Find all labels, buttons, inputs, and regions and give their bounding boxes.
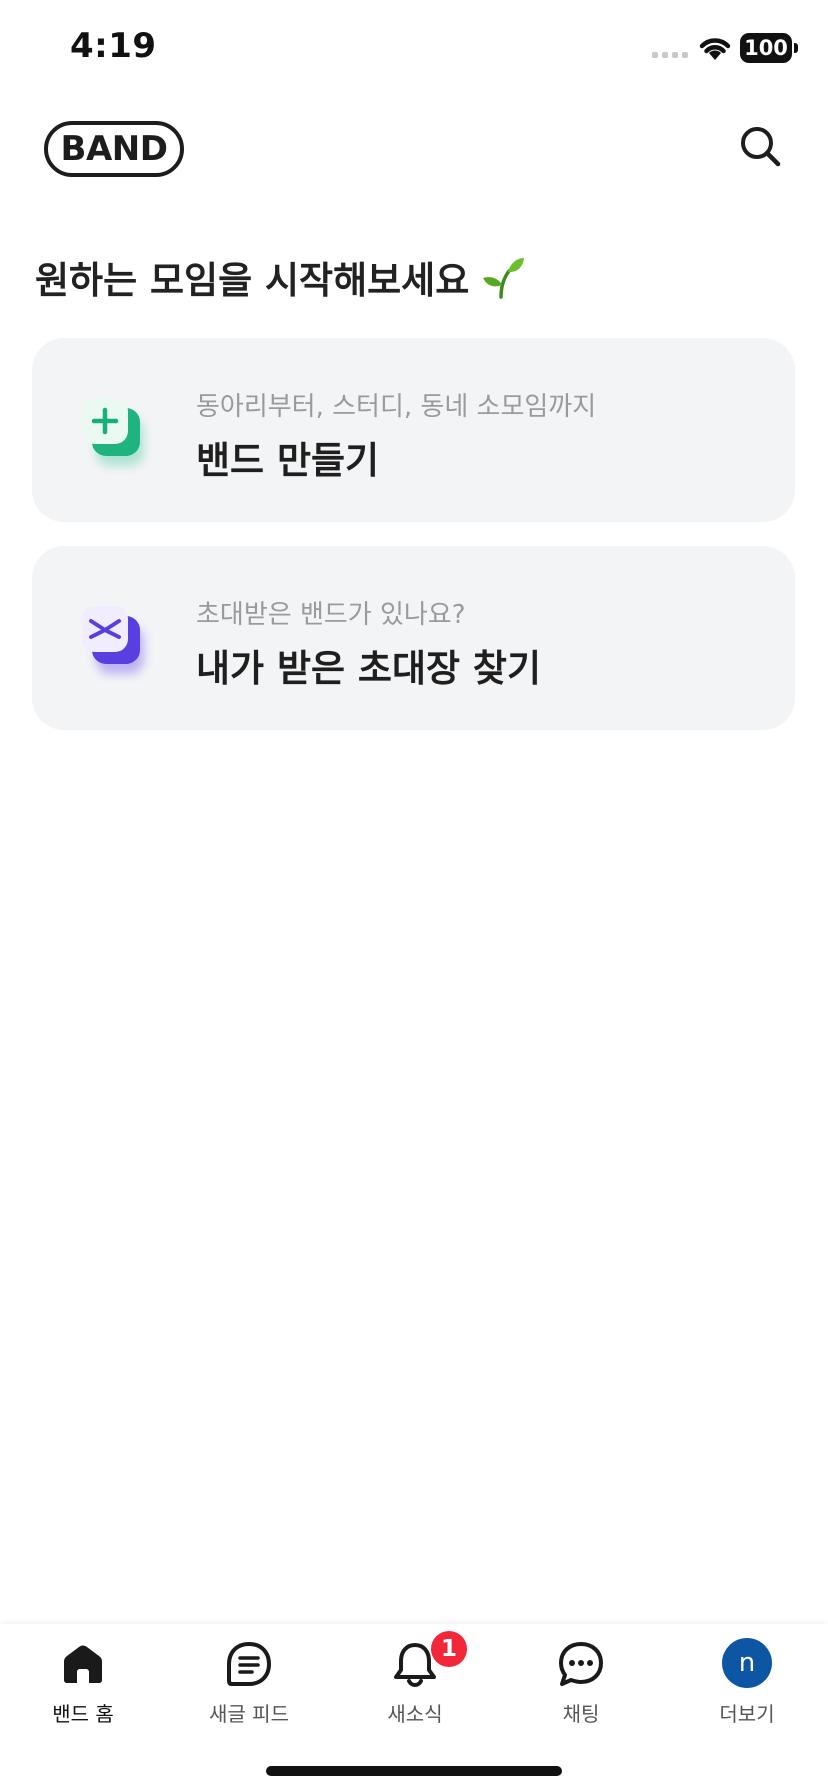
home-icon [64, 1645, 102, 1683]
battery-indicator: 100 [740, 33, 792, 63]
battery-nub [794, 43, 798, 53]
search-icon[interactable] [736, 122, 784, 170]
page-headline: 원하는 모임을 시작해보세요 [35, 250, 525, 304]
tab-label: 밴드 홈 [52, 1702, 114, 1726]
tab-chat[interactable]: 채팅 [498, 1624, 664, 1734]
notification-badge: 1 [431, 1631, 467, 1667]
find-invitation-title: 내가 받은 초대장 찾기 [196, 647, 542, 690]
create-band-icon [82, 398, 144, 466]
home-indicator [266, 1766, 562, 1776]
tab-notifications[interactable]: 1 새소식 [332, 1624, 498, 1734]
create-band-title: 밴드 만들기 [196, 439, 380, 482]
status-time: 4:19 [70, 26, 157, 66]
create-band-card[interactable]: 동아리부터, 스터디, 동네 소모임까지 밴드 만들기 [32, 338, 795, 522]
tab-label: 새소식 [387, 1702, 443, 1726]
band-logo[interactable]: BAND [44, 121, 184, 177]
sprout-icon [483, 258, 525, 299]
avatar: n [722, 1638, 772, 1688]
tab-more[interactable]: n 더보기 [664, 1624, 828, 1734]
invitation-icon [82, 606, 144, 674]
find-invitation-card[interactable]: 초대받은 밴드가 있나요? 내가 받은 초대장 찾기 [32, 546, 795, 730]
wifi-icon [699, 38, 731, 60]
feed-icon [227, 1642, 271, 1686]
chat-icon [559, 1642, 603, 1686]
tab-label: 채팅 [562, 1702, 600, 1726]
tab-new-feed[interactable]: 새글 피드 [166, 1624, 332, 1734]
headline-text: 원하는 모임을 시작해보세요 [35, 259, 470, 302]
find-invitation-subtitle: 초대받은 밴드가 있나요? [196, 600, 466, 630]
status-bar: 4:19 100 [0, 0, 828, 100]
create-band-subtitle: 동아리부터, 스터디, 동네 소모임까지 [196, 392, 597, 422]
tab-label: 새글 피드 [209, 1702, 289, 1726]
band-home-screen: 4:19 100 BAND 원하는 모임을 시작해보세요 동아리부터, 스터디,… [0, 0, 828, 1792]
tab-label: 더보기 [719, 1702, 775, 1726]
cellular-signal-icon [652, 52, 688, 58]
tab-band-home[interactable]: 밴드 홈 [0, 1624, 166, 1734]
